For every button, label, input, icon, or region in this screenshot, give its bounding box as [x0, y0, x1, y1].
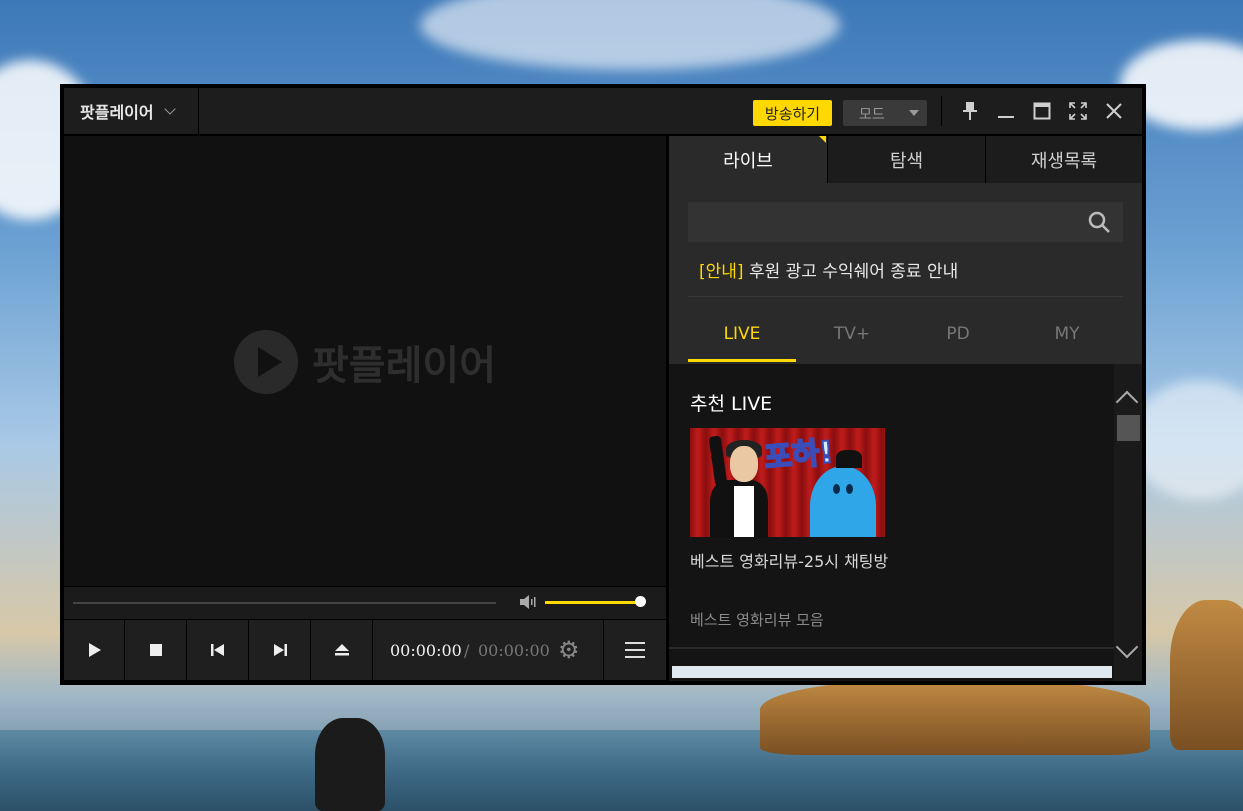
- app-name: 팟플레이어: [80, 103, 154, 122]
- section-title: 추천 LIVE: [690, 393, 773, 415]
- subtab-live[interactable]: LIVE: [688, 306, 796, 362]
- divider: [941, 96, 942, 126]
- eject-button[interactable]: [312, 620, 373, 680]
- divider: [688, 296, 1123, 297]
- video-area[interactable]: 팟플레이어: [64, 136, 666, 586]
- mode-label: 모드: [859, 107, 885, 123]
- cloud: [420, 0, 840, 70]
- stop-button[interactable]: [126, 620, 187, 680]
- rock-formation: [1170, 600, 1243, 750]
- play-logo-icon: [234, 330, 298, 394]
- search-input[interactable]: [688, 202, 1123, 242]
- thumb-figure: [708, 435, 728, 487]
- pin-icon[interactable]: [958, 99, 982, 123]
- thumb-character: [810, 466, 876, 537]
- volume-slider[interactable]: [545, 601, 641, 604]
- side-panel: 라이브 탐색 재생목록 [안내] 후원 광고 수익쉐어 종료 안내 LIVE T…: [669, 136, 1142, 681]
- fullscreen-icon[interactable]: [1066, 99, 1090, 123]
- play-button[interactable]: [64, 620, 125, 680]
- cloud: [1130, 380, 1243, 500]
- live-list: 추천 LIVE 포하! 베스트 영화리뷰-25시 채팅방 베스트 영화리뷰 모음: [669, 364, 1114, 681]
- rock-formation: [760, 680, 1150, 755]
- stream-thumbnail[interactable]: 포하!: [690, 428, 885, 537]
- subtab-pd[interactable]: PD: [904, 306, 1012, 362]
- gear-icon[interactable]: ⚙: [558, 636, 580, 664]
- stream-subtitle: 베스트 영화리뷰 모음: [690, 611, 824, 629]
- tab-playlist[interactable]: 재생목록: [985, 136, 1142, 183]
- eject-icon: [335, 644, 349, 656]
- subtab-my[interactable]: MY: [1013, 306, 1121, 362]
- volume-knob[interactable]: [635, 596, 646, 607]
- notice-link[interactable]: [안내] 후원 광고 수익쉐어 종료 안내: [699, 257, 958, 282]
- stop-icon: [150, 644, 162, 656]
- thumb-character: [836, 450, 862, 468]
- minimize-icon[interactable]: [994, 99, 1018, 123]
- scroll-down-icon[interactable]: [1115, 635, 1139, 659]
- menu-icon[interactable]: [625, 642, 645, 663]
- watermark-text: 팟플레이어: [312, 343, 496, 389]
- notice-tag: [안내]: [699, 262, 744, 282]
- playback-controls: 00:00:00 / 00:00:00 ⚙: [64, 620, 666, 680]
- skip-forward-icon: [274, 644, 287, 656]
- player-window: 팟플레이어 방송하기 모드 팟플레이어 00:00:00 / 00:00:00 …: [60, 84, 1146, 685]
- next-button[interactable]: [250, 620, 311, 680]
- title-bar[interactable]: 팟플레이어 방송하기 모드: [64, 88, 1142, 134]
- tab-live[interactable]: 라이브: [669, 136, 827, 183]
- app-menu-button[interactable]: 팟플레이어: [64, 88, 199, 134]
- search-icon[interactable]: [1087, 210, 1111, 234]
- subtab-tvplus[interactable]: TV+: [798, 306, 906, 362]
- thumb-character: [846, 484, 853, 494]
- previous-button[interactable]: [188, 620, 249, 680]
- current-time: 00:00:00: [390, 641, 462, 660]
- thumbnail-caption: 포하!: [762, 434, 836, 477]
- total-time: 00:00:00: [478, 641, 550, 660]
- notice-text: 후원 광고 수익쉐어 종료 안내: [748, 262, 959, 282]
- list-item-partial: [672, 666, 1112, 678]
- volume-icon[interactable]: [519, 594, 539, 614]
- maximize-icon[interactable]: [1030, 99, 1054, 123]
- potplayer-watermark: 팟플레이어: [234, 330, 496, 394]
- new-indicator: [819, 136, 826, 143]
- mode-dropdown[interactable]: 모드: [843, 100, 927, 126]
- seek-slider[interactable]: [73, 602, 496, 604]
- close-icon[interactable]: [1102, 99, 1126, 123]
- thumb-figure: [730, 446, 758, 482]
- chevron-down-icon: [163, 103, 176, 115]
- runner-silhouette: [315, 718, 385, 811]
- scroll-up-icon[interactable]: [1115, 390, 1139, 414]
- scrollbar[interactable]: [1114, 364, 1142, 681]
- stream-title[interactable]: 베스트 영화리뷰-25시 채팅방: [690, 549, 910, 575]
- panel-tabs: 라이브 탐색 재생목록: [669, 136, 1142, 183]
- thumb-character: [833, 484, 840, 494]
- time-separator: /: [464, 641, 470, 660]
- skip-back-icon: [211, 644, 224, 656]
- caret-down-icon: [909, 110, 919, 116]
- active-subtab-indicator: [688, 359, 796, 362]
- thumb-figure: [734, 486, 754, 537]
- play-icon: [89, 643, 101, 657]
- divider: [669, 647, 1114, 649]
- divider: [603, 620, 604, 680]
- seek-bar-area: [64, 587, 666, 619]
- tab-explore[interactable]: 탐색: [827, 136, 985, 183]
- scroll-thumb[interactable]: [1117, 415, 1140, 441]
- broadcast-button[interactable]: 방송하기: [753, 100, 832, 126]
